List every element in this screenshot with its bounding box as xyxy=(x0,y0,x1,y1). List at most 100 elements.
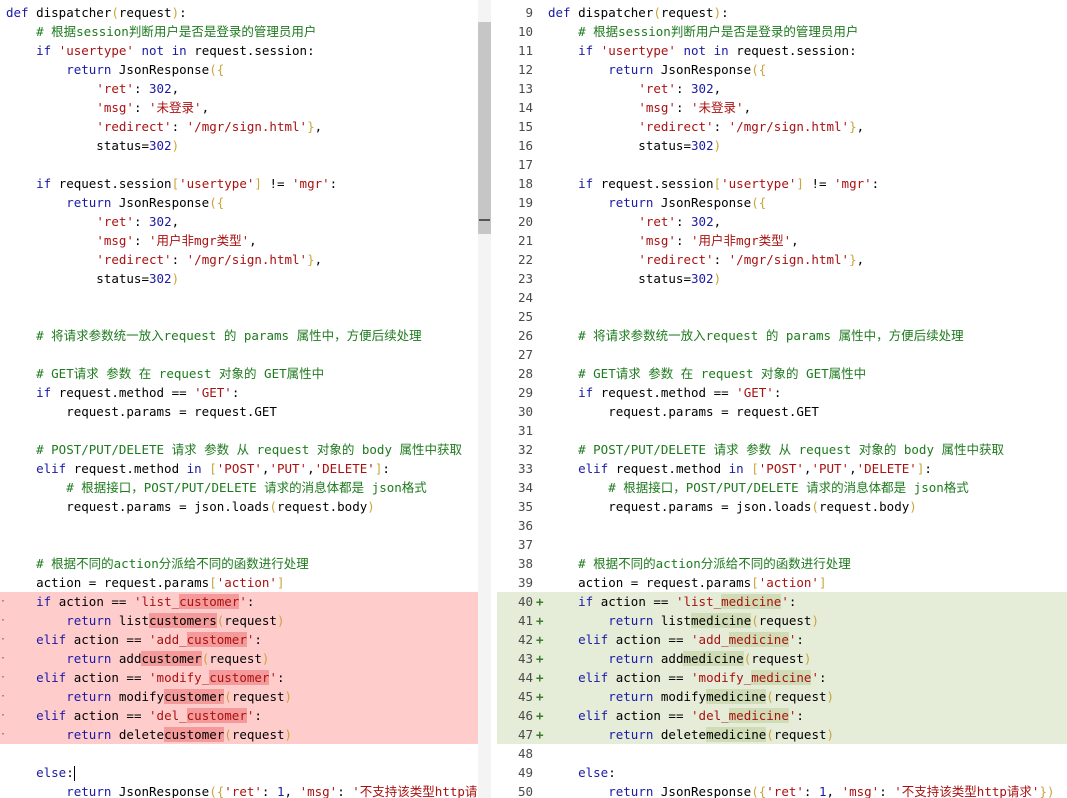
code-text[interactable]: elif action == 'modify_customer': xyxy=(6,668,285,687)
code-text[interactable]: if request.method == 'GET': xyxy=(6,383,239,402)
code-text[interactable]: status=302) xyxy=(6,269,179,288)
code-text[interactable]: return JsonResponse({'ret': 1, 'msg': '不… xyxy=(548,782,1054,798)
code-line[interactable]: 17 xyxy=(497,155,1067,174)
code-text[interactable]: return JsonResponse({ xyxy=(548,60,766,79)
removed-line[interactable]: · return addcustomer(request) xyxy=(0,649,478,668)
added-line[interactable]: 45 + return modifymedicine(request) xyxy=(497,687,1067,706)
code-line[interactable]: 11 if 'usertype' not in request.session: xyxy=(497,41,1067,60)
code-text[interactable]: return deletemedicine(request) xyxy=(548,725,834,744)
code-text[interactable]: elif request.method in ['POST','PUT','DE… xyxy=(6,459,390,478)
code-line[interactable]: 29 if request.method == 'GET': xyxy=(497,383,1067,402)
code-text[interactable]: 'msg': '未登录', xyxy=(548,98,751,117)
code-text[interactable]: return listcustomers(request) xyxy=(6,611,285,630)
scrollbar-thumb[interactable] xyxy=(478,22,491,234)
code-text[interactable]: 'redirect': '/mgr/sign.html'}, xyxy=(6,117,322,136)
code-line[interactable]: # GET请求 参数 在 request 对象的 GET属性中 xyxy=(0,364,478,383)
code-text[interactable]: return JsonResponse({ xyxy=(548,193,766,212)
code-text[interactable]: # 根据session判断用户是否是登录的管理员用户 xyxy=(6,22,316,41)
code-text[interactable]: # 根据不同的action分派给不同的函数进行处理 xyxy=(548,554,851,573)
code-line[interactable] xyxy=(0,421,478,440)
code-text[interactable]: request.params = request.GET xyxy=(548,402,819,421)
code-text[interactable]: 'redirect': '/mgr/sign.html'}, xyxy=(548,117,864,136)
code-text[interactable]: 'msg': '用户非mgr类型', xyxy=(6,231,256,250)
code-line[interactable]: 38 # 根据不同的action分派给不同的函数进行处理 xyxy=(497,554,1067,573)
code-text[interactable]: if 'usertype' not in request.session: xyxy=(548,41,857,60)
code-text[interactable]: 'ret': 302, xyxy=(548,79,721,98)
code-text[interactable]: if request.session['usertype'] != 'mgr': xyxy=(548,174,879,193)
added-line[interactable]: 43 + return addmedicine(request) xyxy=(497,649,1067,668)
code-line[interactable]: 27 xyxy=(497,345,1067,364)
code-line[interactable]: 30 request.params = request.GET xyxy=(497,402,1067,421)
code-line[interactable]: # POST/PUT/DELETE 请求 参数 从 request 对象的 bo… xyxy=(0,440,478,459)
code-text[interactable]: 'redirect': '/mgr/sign.html'}, xyxy=(548,250,864,269)
removed-line[interactable]: · if action == 'list_customer': xyxy=(0,592,478,611)
code-line[interactable] xyxy=(0,535,478,554)
code-line[interactable]: 13 'ret': 302, xyxy=(497,79,1067,98)
code-line[interactable]: request.params = json.loads(request.body… xyxy=(0,497,478,516)
code-line[interactable]: return JsonResponse({ xyxy=(0,193,478,212)
code-line[interactable]: 31 xyxy=(497,421,1067,440)
code-line[interactable]: # 根据接口，POST/PUT/DELETE 请求的消息体都是 json格式 xyxy=(0,478,478,497)
code-line[interactable] xyxy=(0,744,478,763)
code-line[interactable]: action = request.params['action'] xyxy=(0,573,478,592)
code-text[interactable]: # 将请求参数统一放入request 的 params 属性中，方便后续处理 xyxy=(548,326,963,345)
code-text[interactable]: def dispatcher(request): xyxy=(6,3,187,22)
code-text[interactable]: else: xyxy=(6,763,75,782)
removed-line[interactable]: · elif action == 'add_customer': xyxy=(0,630,478,649)
code-line[interactable]: if request.method == 'GET': xyxy=(0,383,478,402)
code-line[interactable]: 'redirect': '/mgr/sign.html'}, xyxy=(0,117,478,136)
code-text[interactable]: elif action == 'del_medicine': xyxy=(548,706,804,725)
code-line[interactable]: return JsonResponse({'ret': 1, 'msg': '不… xyxy=(0,782,478,798)
code-line[interactable]: 33 elif request.method in ['POST','PUT',… xyxy=(497,459,1067,478)
code-text[interactable]: status=302) xyxy=(548,136,721,155)
code-line[interactable]: 23 status=302) xyxy=(497,269,1067,288)
code-line[interactable]: request.params = request.GET xyxy=(0,402,478,421)
code-text[interactable]: 'redirect': '/mgr/sign.html'}, xyxy=(6,250,322,269)
code-line[interactable]: return JsonResponse({ xyxy=(0,60,478,79)
code-text[interactable]: request.params = request.GET xyxy=(6,402,277,421)
code-line[interactable] xyxy=(0,155,478,174)
code-text[interactable]: if 'usertype' not in request.session: xyxy=(6,41,315,60)
code-text[interactable]: # 根据session判断用户是否是登录的管理员用户 xyxy=(548,22,858,41)
code-line[interactable]: 'msg': '用户非mgr类型', xyxy=(0,231,478,250)
code-text[interactable]: 'ret': 302, xyxy=(548,212,721,231)
code-line[interactable]: 18 if request.session['usertype'] != 'mg… xyxy=(497,174,1067,193)
code-text[interactable]: elif action == 'modify_medicine': xyxy=(548,668,827,687)
code-text[interactable]: elif request.method in ['POST','PUT','DE… xyxy=(548,459,932,478)
code-text[interactable]: return JsonResponse({'ret': 1, 'msg': '不… xyxy=(6,782,478,798)
code-line[interactable] xyxy=(0,307,478,326)
code-line[interactable]: if request.session['usertype'] != 'mgr': xyxy=(0,174,478,193)
code-line[interactable]: # 根据不同的action分派给不同的函数进行处理 xyxy=(0,554,478,573)
code-line[interactable]: 'msg': '未登录', xyxy=(0,98,478,117)
code-text[interactable]: status=302) xyxy=(6,136,179,155)
code-line[interactable]: 10 # 根据session判断用户是否是登录的管理员用户 xyxy=(497,22,1067,41)
code-text[interactable]: return addmedicine(request) xyxy=(548,649,811,668)
code-text[interactable]: 'ret': 302, xyxy=(6,79,179,98)
code-line[interactable]: 15 'redirect': '/mgr/sign.html'}, xyxy=(497,117,1067,136)
removed-line[interactable]: · return modifycustomer(request) xyxy=(0,687,478,706)
code-line[interactable]: 9 def dispatcher(request): xyxy=(497,3,1067,22)
code-text[interactable]: return JsonResponse({ xyxy=(6,60,224,79)
code-text[interactable]: elif action == 'del_customer': xyxy=(6,706,262,725)
code-text[interactable]: elif action == 'add_customer': xyxy=(6,630,262,649)
code-text[interactable]: request.params = json.loads(request.body… xyxy=(548,497,917,516)
added-line[interactable]: 44 + elif action == 'modify_medicine': xyxy=(497,668,1067,687)
code-text[interactable]: return modifymedicine(request) xyxy=(548,687,834,706)
code-line[interactable]: 12 return JsonResponse({ xyxy=(497,60,1067,79)
code-line[interactable]: 20 'ret': 302, xyxy=(497,212,1067,231)
code-line[interactable]: 25 xyxy=(497,307,1067,326)
code-text[interactable]: return addcustomer(request) xyxy=(6,649,269,668)
code-line[interactable]: def dispatcher(request): xyxy=(0,3,478,22)
right-code-pane[interactable]: 9 def dispatcher(request): 10 # 根据session判… xyxy=(497,0,1067,798)
code-line[interactable]: 19 return JsonResponse({ xyxy=(497,193,1067,212)
code-line[interactable]: 'ret': 302, xyxy=(0,212,478,231)
code-text[interactable]: return listmedicine(request) xyxy=(548,611,819,630)
code-line[interactable]: 28 # GET请求 参数 在 request 对象的 GET属性中 xyxy=(497,364,1067,383)
code-text[interactable]: elif action == 'add_medicine': xyxy=(548,630,804,649)
code-text[interactable]: return modifycustomer(request) xyxy=(6,687,292,706)
removed-line[interactable]: · return deletecustomer(request) xyxy=(0,725,478,744)
code-line[interactable]: 'ret': 302, xyxy=(0,79,478,98)
code-line[interactable] xyxy=(0,516,478,535)
removed-line[interactable]: · elif action == 'del_customer': xyxy=(0,706,478,725)
code-line[interactable]: # 根据session判断用户是否是登录的管理员用户 xyxy=(0,22,478,41)
